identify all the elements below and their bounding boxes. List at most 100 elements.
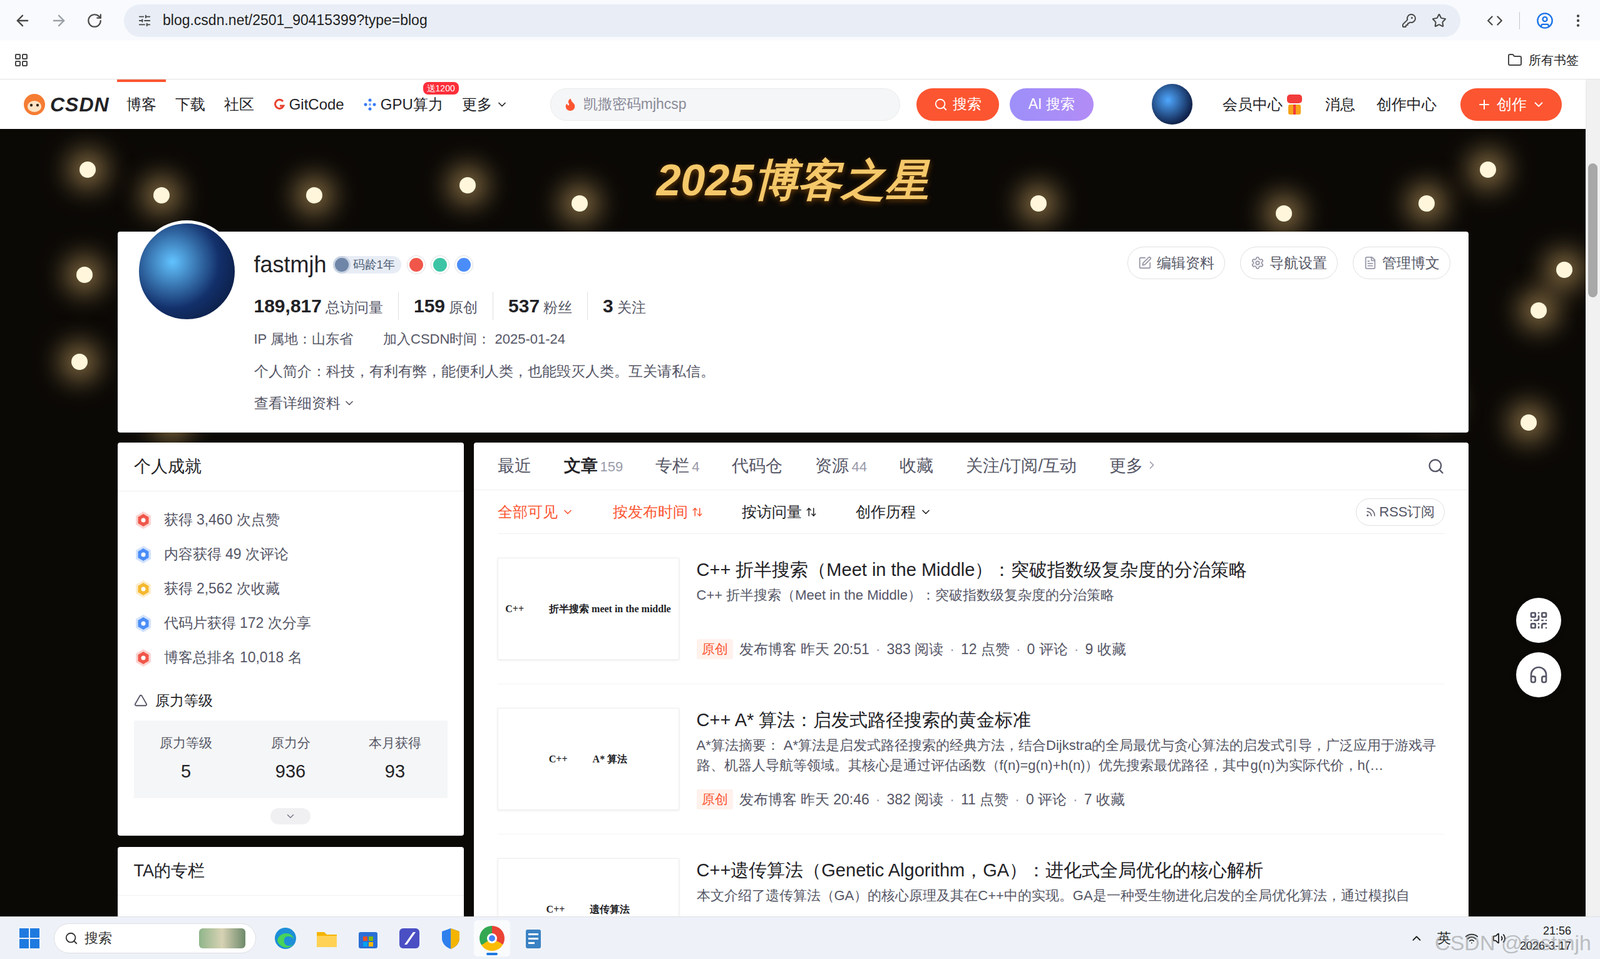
tab[interactable]: 最近	[497, 453, 532, 479]
taskbar-app[interactable]	[432, 920, 469, 957]
columns-card: TA的专栏	[117, 846, 464, 918]
stat[interactable]: 159原创	[398, 291, 478, 320]
expand-toggle[interactable]	[270, 808, 311, 825]
url[interactable]: blog.csdn.net/2501_90415399?type=blog	[162, 9, 428, 32]
taskbar-app[interactable]	[473, 920, 511, 957]
filter[interactable]: 按发布时间	[612, 500, 703, 524]
all-bookmarks[interactable]: 所有书签	[1507, 50, 1587, 70]
article-cover[interactable]: C++A* 算法	[497, 707, 680, 811]
stat[interactable]: 537粉丝	[492, 291, 573, 320]
tab[interactable]: 代码仓	[731, 453, 783, 479]
input-method[interactable]: 英	[1437, 927, 1452, 949]
user-avatar[interactable]	[1151, 83, 1193, 125]
nav-link[interactable]: 会员中心	[1222, 92, 1304, 118]
chevron-up-icon[interactable]	[1409, 931, 1424, 946]
taskbar-app[interactable]	[308, 920, 345, 957]
nav-item[interactable]: 博客	[117, 79, 166, 129]
article-title[interactable]: C++ A* 算法：启发式路径搜索的黄金标准	[696, 707, 1445, 732]
folder-icon	[1507, 52, 1523, 68]
article-summary: 本文介绍了遗传算法（GA）的核心原理及其在C++中的实现。GA是一种受生物进化启…	[696, 885, 1445, 906]
article-item[interactable]: C++A* 算法C++ A* 算法：启发式路径搜索的黄金标准A*算法摘要： A*…	[497, 684, 1445, 835]
taskbar-app[interactable]	[391, 920, 428, 957]
filter[interactable]: 全部可见	[497, 500, 575, 524]
clock[interactable]: 21:562026-3-17	[1519, 923, 1572, 954]
stat[interactable]: 189,817总访问量	[254, 291, 384, 320]
wifi-icon[interactable]	[1464, 931, 1479, 946]
article-item[interactable]: C++遗传算法 C++遗传算法（Genetic Algorithm，GA）：进化式…	[497, 834, 1445, 917]
chevron-right-icon	[1145, 458, 1159, 472]
scrollbar[interactable]	[1585, 79, 1600, 917]
nav-item[interactable]: GitCode	[263, 79, 354, 129]
nav-link[interactable]: 创作中心	[1376, 93, 1437, 116]
tab-bar: 最近 文章159 专栏4 代码仓 资源44 收藏 关注/订阅/互动 更多	[473, 442, 1469, 491]
badge-icon[interactable]	[431, 256, 449, 274]
level-cell: 原力等级5	[133, 720, 239, 799]
achievement-item: 获得 2,562 次收藏	[117, 571, 464, 606]
profile-button[interactable]: 编辑资料	[1127, 246, 1226, 280]
nav-item[interactable]: 更多	[452, 79, 518, 129]
support-button[interactable]	[1516, 652, 1562, 698]
star-icon[interactable]	[1431, 13, 1447, 29]
taskbar-app[interactable]	[515, 920, 552, 957]
address-bar[interactable]: blog.csdn.net/2501_90415399?type=blog	[123, 4, 1461, 37]
profile-icon[interactable]	[1536, 11, 1554, 30]
qr-button[interactable]	[1516, 597, 1562, 643]
ai-search-button[interactable]: AI 搜索	[1009, 88, 1094, 121]
logo[interactable]: CSDN	[22, 79, 110, 129]
search-highlight	[199, 928, 246, 949]
taskbar-app[interactable]	[349, 920, 387, 957]
banner-title: 2025博客之星	[656, 147, 930, 214]
filter[interactable]: 创作历程	[855, 500, 933, 524]
article-cover[interactable]: C++遗传算法	[497, 858, 680, 917]
search-icon[interactable]	[1427, 457, 1445, 476]
active-indicator	[486, 952, 498, 956]
key-icon[interactable]	[1401, 13, 1417, 29]
chrome-icon	[479, 925, 505, 951]
tab[interactable]: 关注/订阅/互动	[965, 453, 1077, 479]
gear-icon	[1250, 256, 1265, 270]
profile-avatar[interactable]	[135, 220, 238, 323]
search-button[interactable]: 搜索	[916, 88, 1000, 121]
create-button[interactable]: 创作	[1460, 88, 1562, 121]
nav-link[interactable]: 消息	[1325, 93, 1356, 116]
article-title[interactable]: C++遗传算法（Genetic Algorithm，GA）：进化式全局优化的核心…	[696, 858, 1445, 883]
scrollbar-thumb[interactable]	[1588, 163, 1598, 298]
tab[interactable]: 文章159	[564, 453, 624, 479]
rss-button[interactable]: RSS订阅	[1355, 498, 1445, 526]
stat[interactable]: 3关注	[587, 291, 647, 320]
tab[interactable]: 收藏	[899, 453, 934, 479]
profile-button[interactable]: 管理博文	[1352, 246, 1451, 280]
article-item[interactable]: C++折半搜索 meet in the middle C++ 折半搜索（Meet …	[497, 533, 1445, 685]
article-title[interactable]: C++ 折半搜索（Meet in the Middle）：突破指数级复杂度的分治…	[696, 557, 1445, 582]
article-cover[interactable]: C++折半搜索 meet in the middle	[497, 557, 680, 660]
reload-icon[interactable]	[86, 12, 103, 29]
nav-item[interactable]: GPU算力送1200	[353, 79, 453, 129]
tab[interactable]: 更多	[1109, 453, 1159, 479]
devtools-icon[interactable]	[1486, 12, 1503, 29]
volume-icon[interactable]	[1492, 931, 1507, 946]
apps-icon[interactable]	[13, 52, 29, 68]
tab[interactable]: 专栏4	[655, 453, 700, 479]
taskbar-app[interactable]	[267, 920, 304, 957]
badge-icon[interactable]	[407, 256, 426, 274]
search-icon	[64, 931, 79, 946]
windows-icon[interactable]	[18, 927, 41, 949]
back-icon[interactable]	[13, 11, 32, 30]
achievement-item: 博客总排名 10,018 名	[117, 640, 464, 675]
document-icon	[1363, 256, 1378, 270]
forward-icon[interactable]	[50, 11, 68, 30]
search-field[interactable]: 凯撒密码mjhcsp	[550, 88, 901, 121]
hot-icon	[563, 97, 578, 112]
profile-button[interactable]: 导航设置	[1240, 246, 1338, 280]
profile-name: fastmjh	[254, 247, 327, 282]
taskbar-search[interactable]: 搜索	[53, 923, 257, 954]
nav-item[interactable]: 社区	[214, 79, 264, 129]
filter[interactable]: 按访问量	[741, 500, 817, 524]
nav-item[interactable]: 下载	[165, 79, 215, 129]
menu-icon[interactable]	[1569, 12, 1587, 29]
tab[interactable]: 资源44	[815, 453, 867, 479]
notepad-icon	[520, 925, 546, 951]
badge-icon[interactable]	[455, 256, 473, 274]
profile-details-link[interactable]: 查看详细资料	[254, 392, 715, 415]
site-info-icon[interactable]	[137, 13, 152, 28]
